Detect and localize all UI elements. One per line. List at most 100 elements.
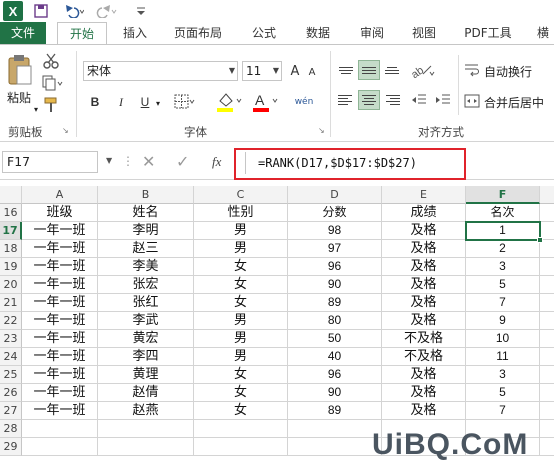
tab-view[interactable]: 视图 [404, 22, 444, 44]
cell-f27[interactable]: 7 [466, 402, 540, 420]
cell-c24[interactable]: 男 [194, 348, 288, 366]
cell-c25[interactable]: 女 [194, 366, 288, 384]
column-header-b[interactable]: B [98, 186, 194, 204]
row-header-22[interactable]: 22 [0, 312, 22, 330]
cell-g29[interactable] [540, 438, 554, 456]
cell-a17[interactable]: 一年一班 [22, 222, 98, 240]
cell-b28[interactable] [98, 420, 194, 438]
cell-b27[interactable]: 赵燕 [98, 402, 194, 420]
cell-d27[interactable]: 89 [288, 402, 382, 420]
cell-a22[interactable]: 一年一班 [22, 312, 98, 330]
cell-a26[interactable]: 一年一班 [22, 384, 98, 402]
font-name-dropdown[interactable]: 宋体 ▼ [83, 61, 238, 81]
cell-c23[interactable]: 男 [194, 330, 288, 348]
row-header-26[interactable]: 26 [0, 384, 22, 402]
cell-e19[interactable]: 及格 [382, 258, 466, 276]
cell-b16[interactable]: 姓名 [98, 204, 194, 222]
row-header-21[interactable]: 21 [0, 294, 22, 312]
cell-b19[interactable]: 李美 [98, 258, 194, 276]
cell-b25[interactable]: 黄理 [98, 366, 194, 384]
cell-c18[interactable]: 男 [194, 240, 288, 258]
cell-e16[interactable]: 成绩 [382, 204, 466, 222]
save-icon[interactable] [32, 2, 50, 20]
cell-b23[interactable]: 黄宏 [98, 330, 194, 348]
tab-more[interactable]: 横 [532, 22, 554, 44]
cell-d20[interactable]: 90 [288, 276, 382, 294]
cell-d18[interactable]: 97 [288, 240, 382, 258]
row-header-28[interactable]: 28 [0, 420, 22, 438]
cell-g27[interactable] [540, 402, 554, 420]
cell-a16[interactable]: 班级 [22, 204, 98, 222]
cancel-icon[interactable]: ✕ [142, 152, 155, 171]
paste-icon[interactable] [4, 53, 36, 89]
cell-e20[interactable]: 及格 [382, 276, 466, 294]
cell-f20[interactable]: 5 [466, 276, 540, 294]
cell-c27[interactable]: 女 [194, 402, 288, 420]
font-size-dropdown[interactable]: 11 ▼ [242, 61, 282, 81]
cell-f18[interactable]: 2 [466, 240, 540, 258]
tab-formulas[interactable]: 公式 [244, 22, 284, 44]
orientation-icon[interactable]: ab [408, 59, 438, 81]
cell-a20[interactable]: 一年一班 [22, 276, 98, 294]
increase-indent-icon[interactable] [432, 90, 454, 110]
align-center-icon[interactable] [358, 90, 380, 110]
cell-a18[interactable]: 一年一班 [22, 240, 98, 258]
cell-g19[interactable] [540, 258, 554, 276]
merge-center-icon[interactable] [462, 92, 482, 110]
align-right-icon[interactable] [381, 90, 403, 110]
row-header-17[interactable]: 17 [0, 222, 22, 240]
clipboard-launcher-icon[interactable]: ↘ [62, 126, 69, 135]
tab-data[interactable]: 数据 [298, 22, 338, 44]
column-header-e[interactable]: E [382, 186, 466, 204]
column-header-g[interactable] [540, 186, 554, 204]
tab-page-layout[interactable]: 页面布局 [166, 22, 230, 44]
copy-icon[interactable] [40, 73, 66, 93]
wrap-text-icon[interactable] [462, 61, 482, 79]
cell-e23[interactable]: 不及格 [382, 330, 466, 348]
row-header-25[interactable]: 25 [0, 366, 22, 384]
cell-g23[interactable] [540, 330, 554, 348]
column-header-f[interactable]: F [466, 186, 540, 204]
cell-b20[interactable]: 张宏 [98, 276, 194, 294]
row-header-20[interactable]: 20 [0, 276, 22, 294]
cell-a21[interactable]: 一年一班 [22, 294, 98, 312]
tab-pdf-tools[interactable]: PDF工具 [460, 22, 516, 44]
cell-d16[interactable]: 分数 [288, 204, 382, 222]
cell-g26[interactable] [540, 384, 554, 402]
cell-d29[interactable] [288, 438, 382, 456]
fill-color-icon[interactable] [214, 90, 244, 114]
font-color-icon[interactable]: A [250, 90, 280, 114]
cell-f25[interactable]: 3 [466, 366, 540, 384]
align-bottom-icon[interactable] [381, 60, 403, 80]
tab-review[interactable]: 审阅 [352, 22, 392, 44]
undo-icon[interactable] [60, 2, 86, 20]
cell-a27[interactable]: 一年一班 [22, 402, 98, 420]
phonetic-guide-button[interactable]: wén [290, 90, 318, 114]
cell-b17[interactable]: 李明 [98, 222, 194, 240]
underline-button[interactable]: U [136, 91, 154, 113]
cell-c19[interactable]: 女 [194, 258, 288, 276]
row-header-23[interactable]: 23 [0, 330, 22, 348]
cell-f16[interactable]: 名次 [466, 204, 540, 222]
cell-g21[interactable] [540, 294, 554, 312]
paste-dropdown-icon[interactable]: ▾ [34, 105, 38, 114]
cell-d17[interactable]: 98 [288, 222, 382, 240]
cell-a24[interactable]: 一年一班 [22, 348, 98, 366]
decrease-indent-icon[interactable] [408, 90, 430, 110]
cell-b22[interactable]: 李武 [98, 312, 194, 330]
wrap-text-button[interactable]: 自动换行 [484, 63, 532, 80]
row-header-19[interactable]: 19 [0, 258, 22, 276]
cell-e27[interactable]: 及格 [382, 402, 466, 420]
cut-icon[interactable] [40, 51, 62, 71]
cell-d19[interactable]: 96 [288, 258, 382, 276]
row-header-24[interactable]: 24 [0, 348, 22, 366]
tab-home[interactable]: 开始 [57, 22, 107, 45]
cell-e26[interactable]: 及格 [382, 384, 466, 402]
row-header-29[interactable]: 29 [0, 438, 22, 456]
cell-c28[interactable] [194, 420, 288, 438]
decrease-font-size-button[interactable]: A [304, 63, 320, 81]
cell-d28[interactable] [288, 420, 382, 438]
column-header-a[interactable]: A [22, 186, 98, 204]
cell-f26[interactable]: 5 [466, 384, 540, 402]
cell-d26[interactable]: 90 [288, 384, 382, 402]
